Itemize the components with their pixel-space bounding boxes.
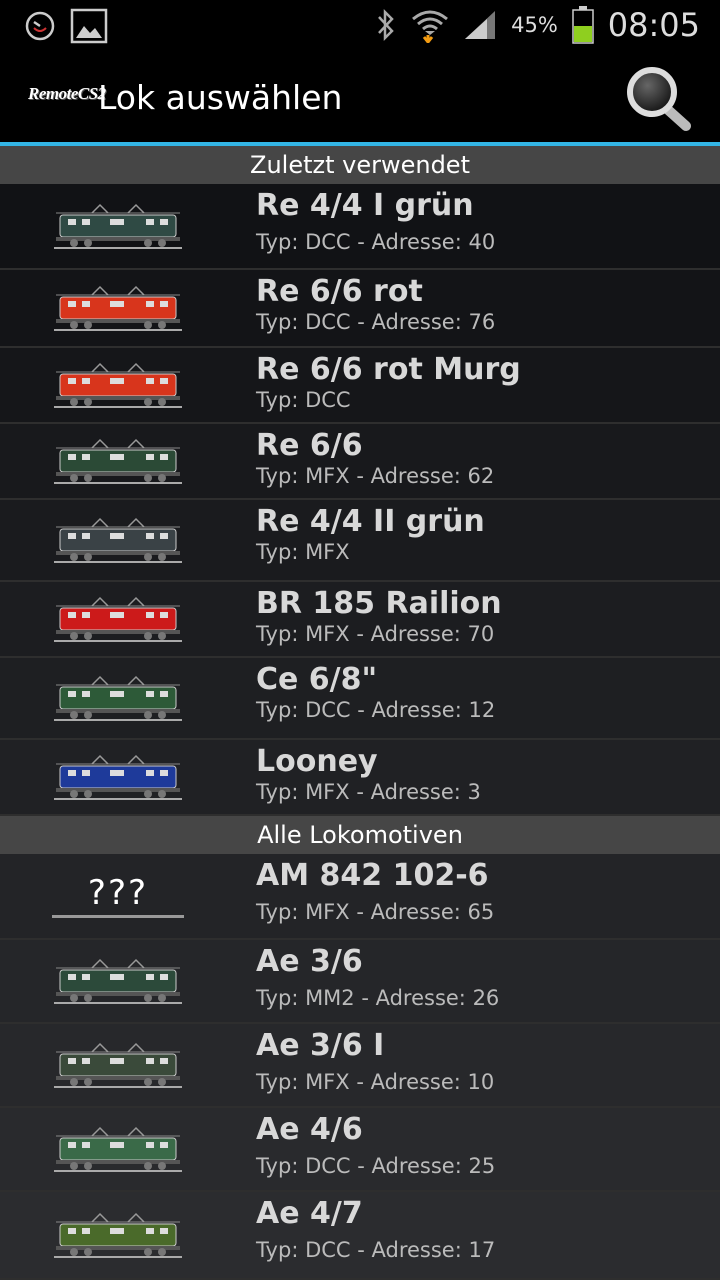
loco-name: Ae 4/6: [256, 1112, 363, 1147]
loco-image: [52, 517, 184, 565]
loco-name: Re 6/6: [256, 428, 363, 463]
loco-name: BR 185 Railion: [256, 586, 502, 621]
loco-name: Looney: [256, 744, 378, 779]
loco-name: Re 6/6 rot: [256, 274, 423, 309]
loco-name: Re 6/6 rot Murg: [256, 352, 521, 387]
signal-icon: [465, 11, 496, 39]
loco-image: [52, 203, 184, 251]
loco-info: Typ: DCC - Adresse: 25: [256, 1154, 496, 1178]
loco-image: [52, 1126, 184, 1174]
loco-list-item[interactable]: Re 4/4 I grün Typ: DCC - Adresse: 40: [0, 184, 720, 270]
loco-info: Typ: MFX: [256, 540, 350, 564]
battery-percent: 45%: [511, 13, 558, 37]
section-header: Alle Lokomotiven: [0, 816, 720, 854]
loco-info: Typ: MFX - Adresse: 62: [256, 464, 495, 488]
image-icon: [70, 8, 108, 44]
loco-list-item[interactable]: BR 185 Railion Typ: MFX - Adresse: 70: [0, 582, 720, 658]
search-icon[interactable]: [622, 62, 694, 134]
loco-image: [52, 362, 184, 410]
loco-list-item[interactable]: Ce 6/8" Typ: DCC - Adresse: 12: [0, 658, 720, 740]
loco-image: [52, 1212, 184, 1260]
loco-info: Typ: MM2 - Adresse: 26: [256, 986, 500, 1010]
loco-list-item[interactable]: Re 6/6 rot Murg Typ: DCC: [0, 348, 720, 424]
loco-list-item[interactable]: Re 4/4 II grün Typ: MFX: [0, 500, 720, 582]
loco-info: Typ: MFX - Adresse: 3: [256, 780, 481, 804]
loco-placeholder-text: ???: [87, 873, 149, 913]
loco-list-item[interactable]: Looney Typ: MFX - Adresse: 3: [0, 740, 720, 816]
bluetooth-icon: [378, 8, 394, 42]
loco-image: [52, 285, 184, 333]
loco-image: [52, 754, 184, 802]
status-bar: 45% 08:05: [0, 0, 720, 50]
loco-list-item[interactable]: Ae 3/6 Typ: MM2 - Adresse: 26: [0, 940, 720, 1024]
loco-name: Ce 6/8": [256, 662, 378, 697]
clock-icon: [25, 11, 55, 41]
app-logo[interactable]: RemoteCS2: [28, 84, 106, 104]
loco-info: Typ: MFX - Adresse: 65: [256, 900, 495, 924]
loco-info: Typ: DCC: [256, 388, 351, 412]
loco-name: Re 4/4 II grün: [256, 504, 485, 539]
wifi-icon: [412, 10, 449, 43]
loco-name: Ae 4/7: [256, 1196, 363, 1231]
loco-info: Typ: DCC - Adresse: 76: [256, 310, 496, 334]
clock-time: 08:05: [607, 6, 700, 44]
loco-list-item[interactable]: Re 6/6 Typ: MFX - Adresse: 62: [0, 424, 720, 500]
loco-image: [52, 438, 184, 486]
loco-name: Ae 3/6 I: [256, 1028, 385, 1063]
loco-name: AM 842 102-6: [256, 858, 489, 893]
loco-list-item[interactable]: Ae 4/6 Typ: DCC - Adresse: 25: [0, 1108, 720, 1192]
loco-list-item[interactable]: Ae 4/7 Typ: DCC - Adresse: 17: [0, 1192, 720, 1280]
page-title: Lok auswählen: [98, 78, 343, 117]
loco-name: Re 4/4 I grün: [256, 188, 474, 223]
loco-image: [52, 596, 184, 644]
loco-list-item[interactable]: Re 6/6 rot Typ: DCC - Adresse: 76: [0, 270, 720, 348]
loco-list-item[interactable]: ??? AM 842 102-6 Typ: MFX - Adresse: 65: [0, 854, 720, 940]
track-line: [52, 915, 184, 918]
loco-info: Typ: DCC - Adresse: 17: [256, 1238, 496, 1262]
section-header: Zuletzt verwendet: [0, 146, 720, 184]
loco-name: Ae 3/6: [256, 944, 363, 979]
loco-image: [52, 958, 184, 1006]
loco-image: [52, 1042, 184, 1090]
loco-info: Typ: DCC - Adresse: 12: [256, 698, 496, 722]
loco-image: [52, 675, 184, 723]
battery-icon: [572, 6, 594, 44]
loco-info: Typ: DCC - Adresse: 40: [256, 230, 496, 254]
loco-placeholder-image: ???: [52, 873, 184, 921]
loco-info: Typ: MFX - Adresse: 70: [256, 622, 495, 646]
loco-info: Typ: MFX - Adresse: 10: [256, 1070, 495, 1094]
action-bar: RemoteCS2 Lok auswählen: [0, 50, 720, 142]
loco-list-item[interactable]: Ae 3/6 I Typ: MFX - Adresse: 10: [0, 1024, 720, 1108]
